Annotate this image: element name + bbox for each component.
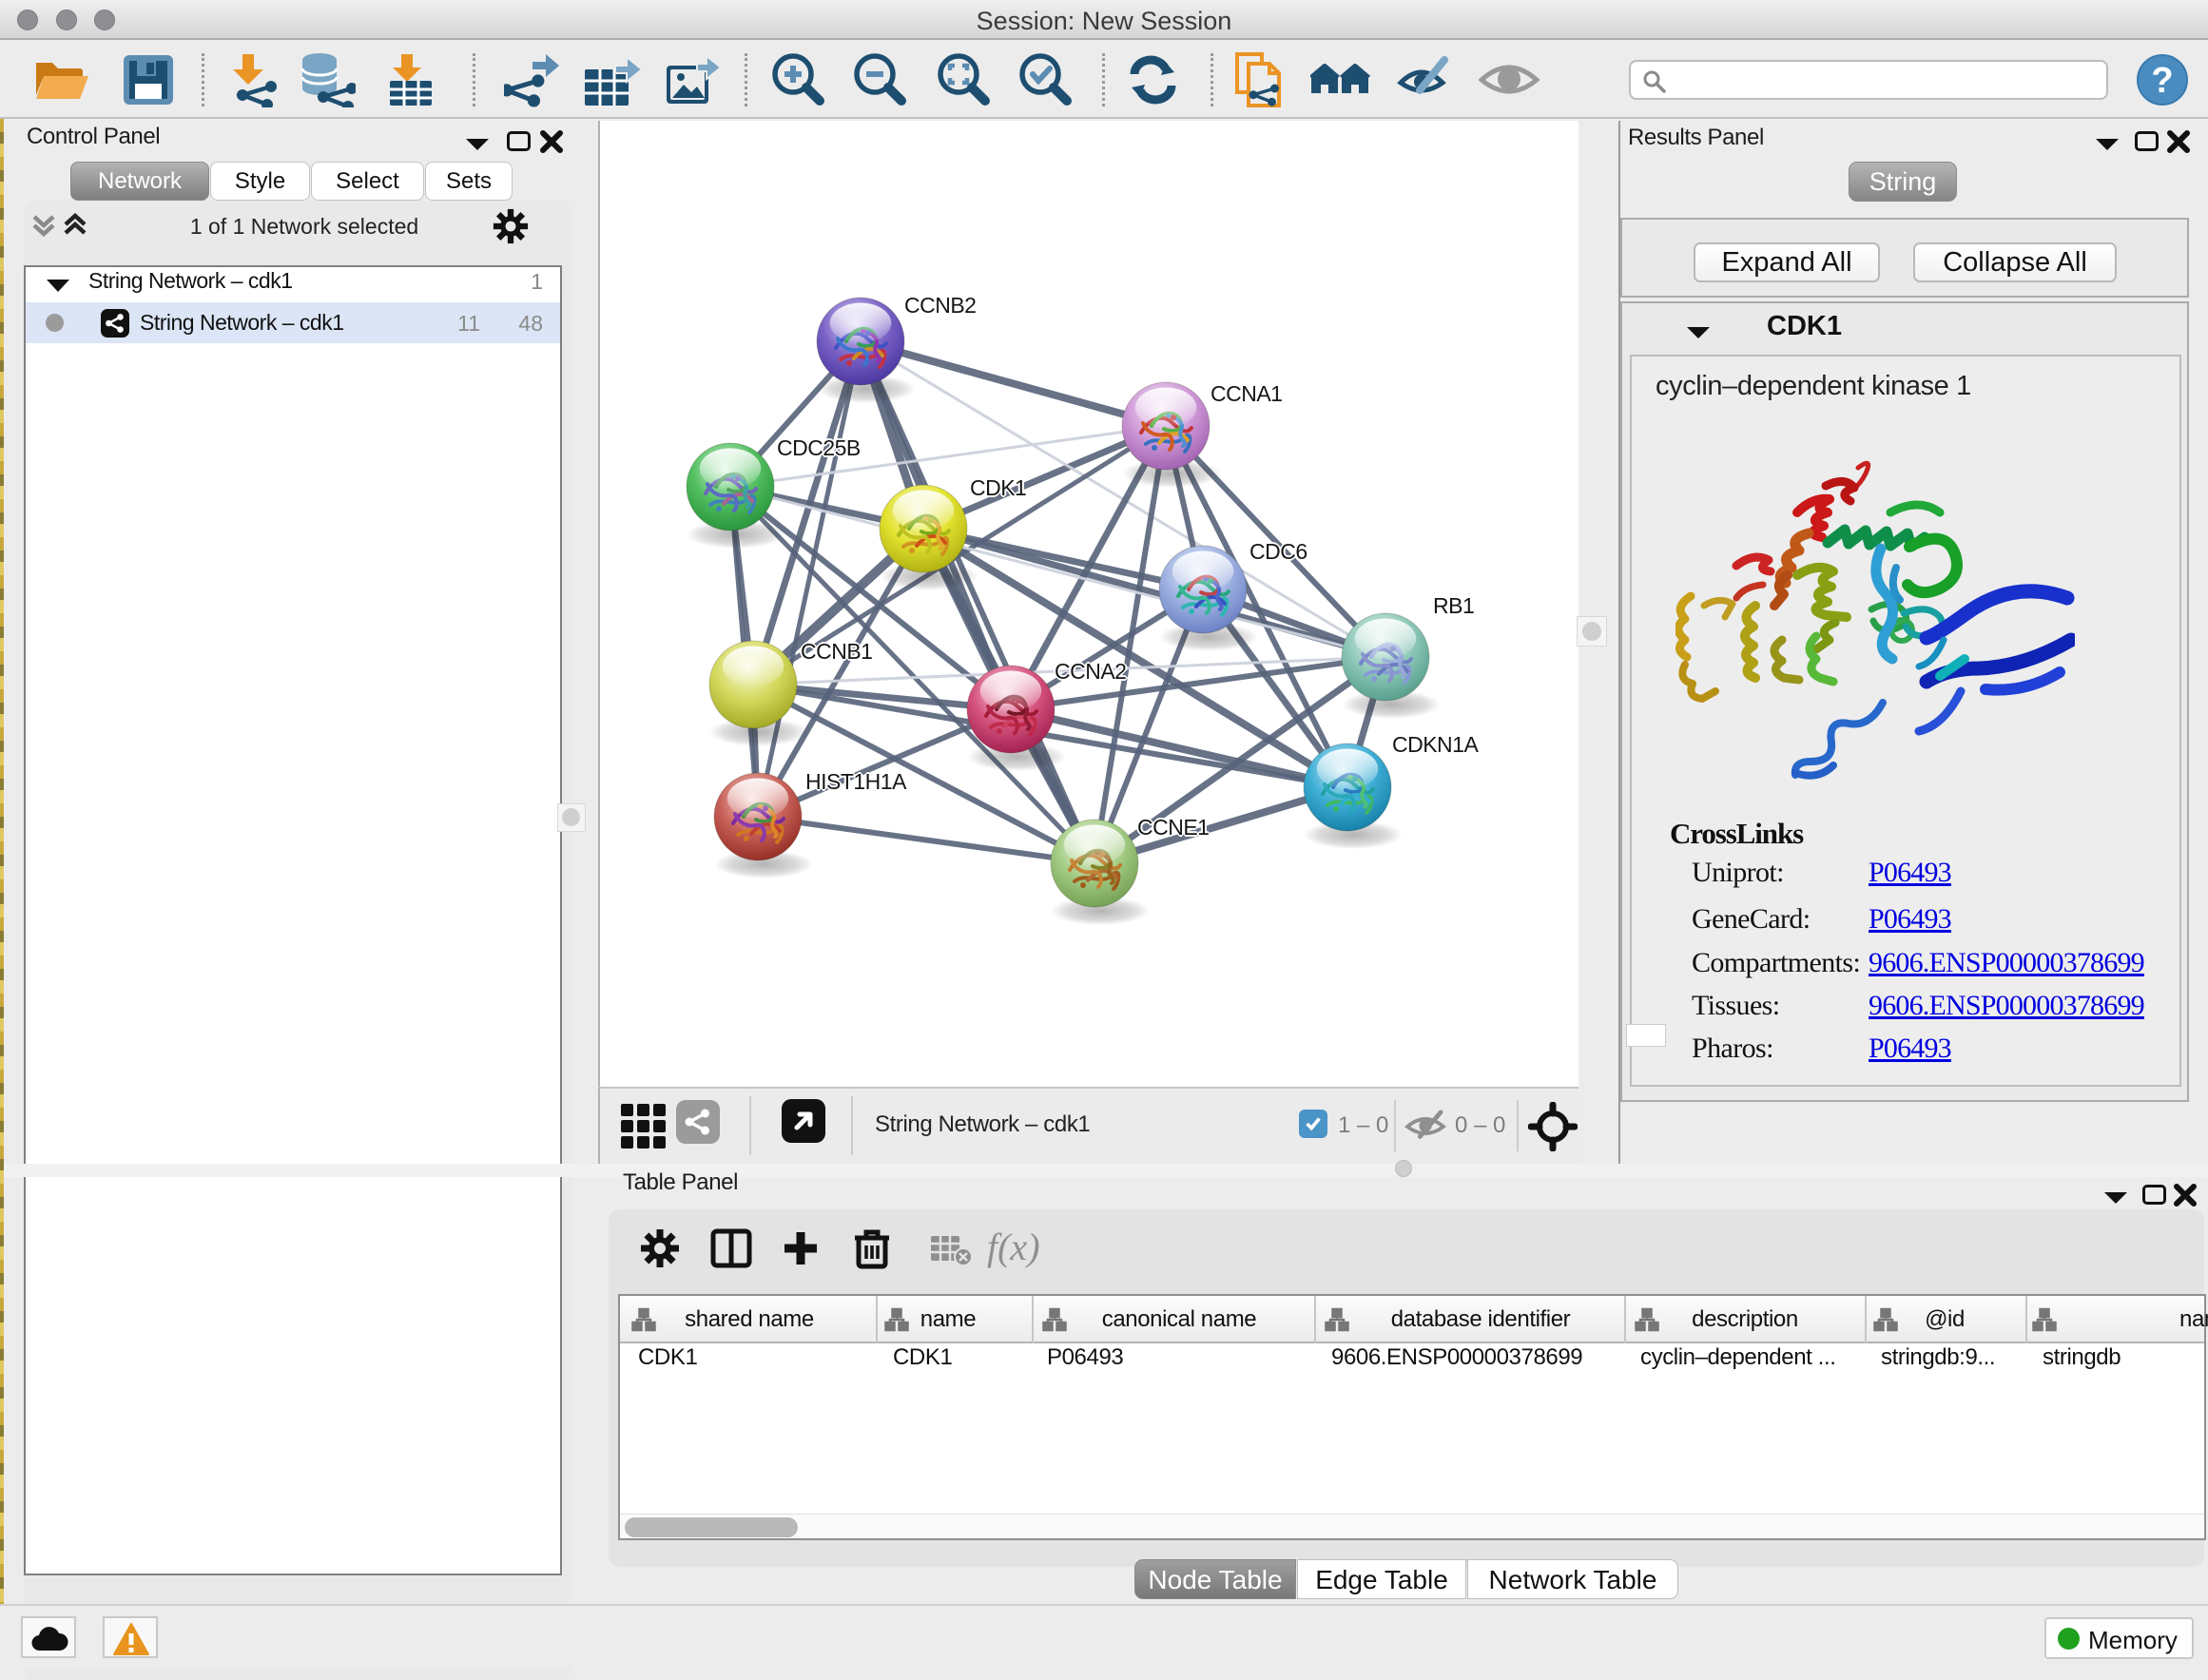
svg-text:?: ? xyxy=(2151,61,2173,101)
